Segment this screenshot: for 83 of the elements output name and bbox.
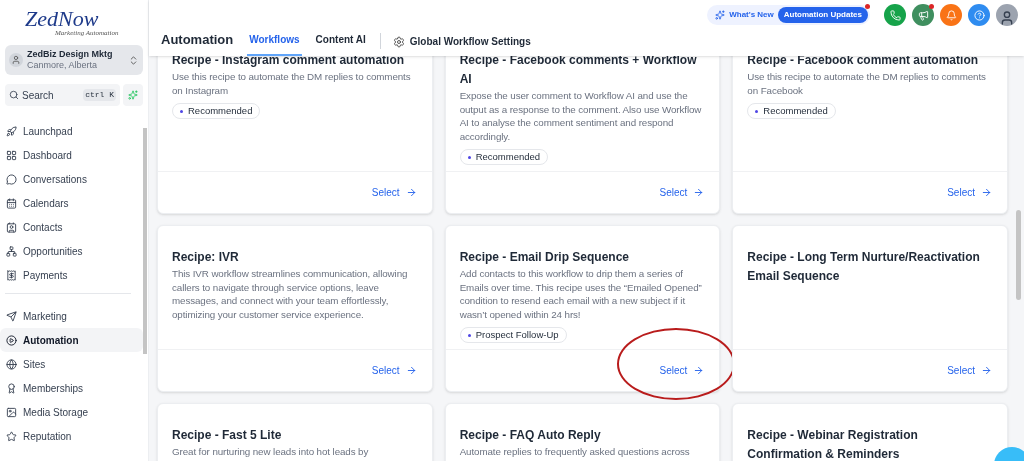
nav-item[interactable]: Calendars: [0, 191, 143, 215]
recipe-title: Recipe - Long Term Nurture/Reactivation Email Sequence: [747, 249, 981, 285]
recipe-title: Recipe - Facebook comment automation: [747, 56, 979, 69]
select-link[interactable]: Select: [659, 363, 705, 378]
announcements-button[interactable]: [912, 4, 934, 26]
recipe-description: Add contacts to this workflow to drip them a series of Emails over time. This recipe uses the “Emailed Opened” condition to resend each email with a new subject if it wasn’t opened within 24 hrs!: [459, 267, 703, 321]
user-icon: [9, 53, 23, 67]
shortcut-key: ctrl K: [83, 89, 116, 101]
recipe-description: Great for nurturing new leads into hot leads by: [172, 445, 369, 459]
recipe-title: Recipe - FAQ Auto Reply: [459, 427, 601, 444]
account-switcher[interactable]: ZedBiz Design Mktg Canmore, Alberta: [5, 45, 143, 75]
nav-item[interactable]: Payments: [0, 263, 143, 287]
search-icon: [9, 90, 19, 100]
select-link[interactable]: Select: [371, 363, 417, 378]
arrow-right-icon: [981, 187, 992, 198]
notifications-button[interactable]: [940, 4, 962, 26]
chevrons-icon: [128, 54, 139, 66]
nav-item[interactable]: Media Storage: [0, 400, 143, 424]
network-icon: [6, 245, 17, 257]
globe-icon: [6, 358, 17, 370]
tab[interactable]: Content AI: [313, 32, 368, 56]
contact-card-icon: [6, 221, 17, 233]
recipe-description: Automate replies to frequently asked questions across: [459, 445, 690, 459]
select-link[interactable]: Select: [947, 185, 992, 200]
search-field[interactable]: Search ctrl K: [5, 84, 120, 106]
calendar-icon: [6, 197, 17, 209]
select-link[interactable]: Select: [371, 185, 417, 200]
person-silhouette-icon: [999, 10, 1015, 26]
recipe-title: Recipe: IVR: [172, 249, 239, 266]
megaphone-icon: [917, 9, 929, 21]
nav-item[interactable]: Memberships: [0, 376, 143, 400]
account-location: Canmore, Alberta: [27, 60, 99, 72]
nav-item[interactable]: Opportunities: [0, 239, 143, 263]
nav-item[interactable]: Dashboard: [0, 143, 143, 167]
recipe-title: Recipe - Email Drip Sequence: [459, 249, 630, 266]
sparkle-icon: [128, 90, 138, 100]
phone-icon: [889, 9, 901, 21]
rocket-icon: [6, 125, 17, 137]
select-link[interactable]: Select: [659, 185, 705, 200]
nav-item[interactable]: Marketing: [0, 304, 143, 328]
recipe-title: Recipe - Instagram comment automation: [172, 56, 405, 69]
arrow-right-icon: [693, 365, 705, 376]
arrow-right-icon: [981, 365, 992, 376]
receipt-icon: [6, 269, 17, 281]
recipe-title: Recipe - Facebook comments + Workflow AI: [459, 56, 698, 88]
nav-item[interactable]: Contacts: [0, 215, 143, 239]
search-input[interactable]: Search: [22, 87, 70, 103]
page-title: Automation: [161, 30, 234, 49]
nav-item[interactable]: Reputation: [0, 424, 143, 448]
chat-bubble-icon: [6, 173, 17, 185]
whats-new-label: What's New: [729, 9, 774, 21]
nav-item[interactable]: Launchpad: [0, 119, 143, 143]
select-link[interactable]: Select: [947, 363, 992, 378]
play-circle-icon: [6, 334, 17, 346]
help-icon: [973, 9, 985, 21]
image-icon: [6, 406, 17, 418]
paper-plane-icon: [6, 310, 17, 322]
recipe-description: Use this recipe to automate the DM replies to comments on Facebook: [747, 70, 987, 97]
help-button[interactable]: [968, 4, 990, 26]
avatar[interactable]: [996, 4, 1018, 26]
sparkle-icon: [715, 10, 726, 20]
global-settings-button[interactable]: Global Workflow Settings: [392, 34, 531, 56]
arrow-right-icon: [693, 187, 705, 198]
nav-item[interactable]: Automation: [0, 328, 143, 352]
award-icon: [6, 382, 17, 394]
arrow-right-icon: [405, 187, 417, 198]
recipe-description: This IVR workflow streamlines communication, allowing callers to navigate through service options, leave messages, and connect with your team effortlessly, optimizing your customer service experience.: [172, 267, 409, 321]
whats-new-pill[interactable]: What's New Automation Updates: [707, 5, 870, 25]
phone-button[interactable]: [884, 4, 906, 26]
grid-icon: [6, 149, 17, 161]
recipe-description: Use this recipe to automate the DM replies to comments on Instagram: [172, 70, 412, 97]
add-button[interactable]: [123, 84, 143, 106]
account-name: ZedBiz Design Mktg: [27, 48, 114, 60]
recipe-title: Recipe - Webinar Registration Confirmation & Reminders: [747, 427, 919, 461]
nav-item[interactable]: Sites: [0, 352, 143, 376]
star-icon: [6, 430, 17, 442]
settings-icon: [392, 35, 405, 48]
recipe-description: Expose the user comment to Workflow AI and use the output as a response to the comment. Also use Workflow AI to analyse the comment sentiment and respond accordingly.: [459, 89, 703, 143]
automation-updates-badge[interactable]: Automation Updates: [777, 7, 868, 23]
arrow-right-icon: [405, 365, 417, 376]
bell-icon: [945, 9, 957, 21]
nav-item[interactable]: Conversations: [0, 167, 143, 191]
recipe-title: Recipe - Fast 5 Lite: [172, 427, 282, 444]
